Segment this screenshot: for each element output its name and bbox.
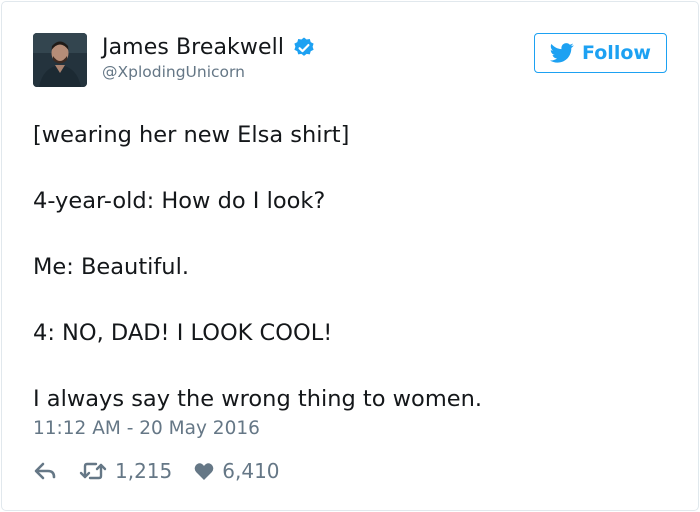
- follow-button-label: Follow: [582, 42, 651, 64]
- tweet-text: [wearing her new Elsa shirt] 4-year-old:…: [33, 119, 673, 416]
- follow-button[interactable]: Follow: [534, 33, 667, 73]
- tweet-line: I always say the wrong thing to women.: [33, 386, 482, 412]
- tweet-timestamp[interactable]: 11:12 AM - 20 May 2016: [33, 418, 260, 439]
- like-count: 6,410: [222, 459, 280, 483]
- tweet-card: James Breakwell @XplodingUnicorn Follow …: [1, 1, 699, 511]
- tweet-line: 4: NO, DAD! I LOOK COOL!: [33, 320, 333, 346]
- like-button[interactable]: 6,410: [194, 459, 280, 483]
- author-name[interactable]: James Breakwell: [102, 35, 284, 60]
- verified-badge-icon: [292, 36, 316, 60]
- heart-icon: [194, 462, 214, 480]
- tweet-actions: 1,215 6,410: [33, 457, 280, 485]
- tweet-line: Me: Beautiful.: [33, 254, 189, 280]
- author-name-row: James Breakwell: [102, 35, 316, 60]
- tweet-line: 4-year-old: How do I look?: [33, 188, 326, 214]
- avatar[interactable]: [33, 33, 87, 87]
- avatar-photo-icon: [33, 33, 87, 87]
- retweet-button[interactable]: 1,215: [79, 459, 172, 483]
- twitter-bird-icon: [550, 43, 574, 63]
- retweet-count: 1,215: [115, 459, 173, 483]
- tweet-header: James Breakwell @XplodingUnicorn Follow: [33, 33, 667, 89]
- reply-button[interactable]: [33, 461, 57, 481]
- reply-icon: [34, 462, 56, 480]
- tweet-line: [wearing her new Elsa shirt]: [33, 122, 350, 148]
- retweet-icon: [79, 462, 107, 480]
- author-handle[interactable]: @XplodingUnicorn: [102, 63, 245, 81]
